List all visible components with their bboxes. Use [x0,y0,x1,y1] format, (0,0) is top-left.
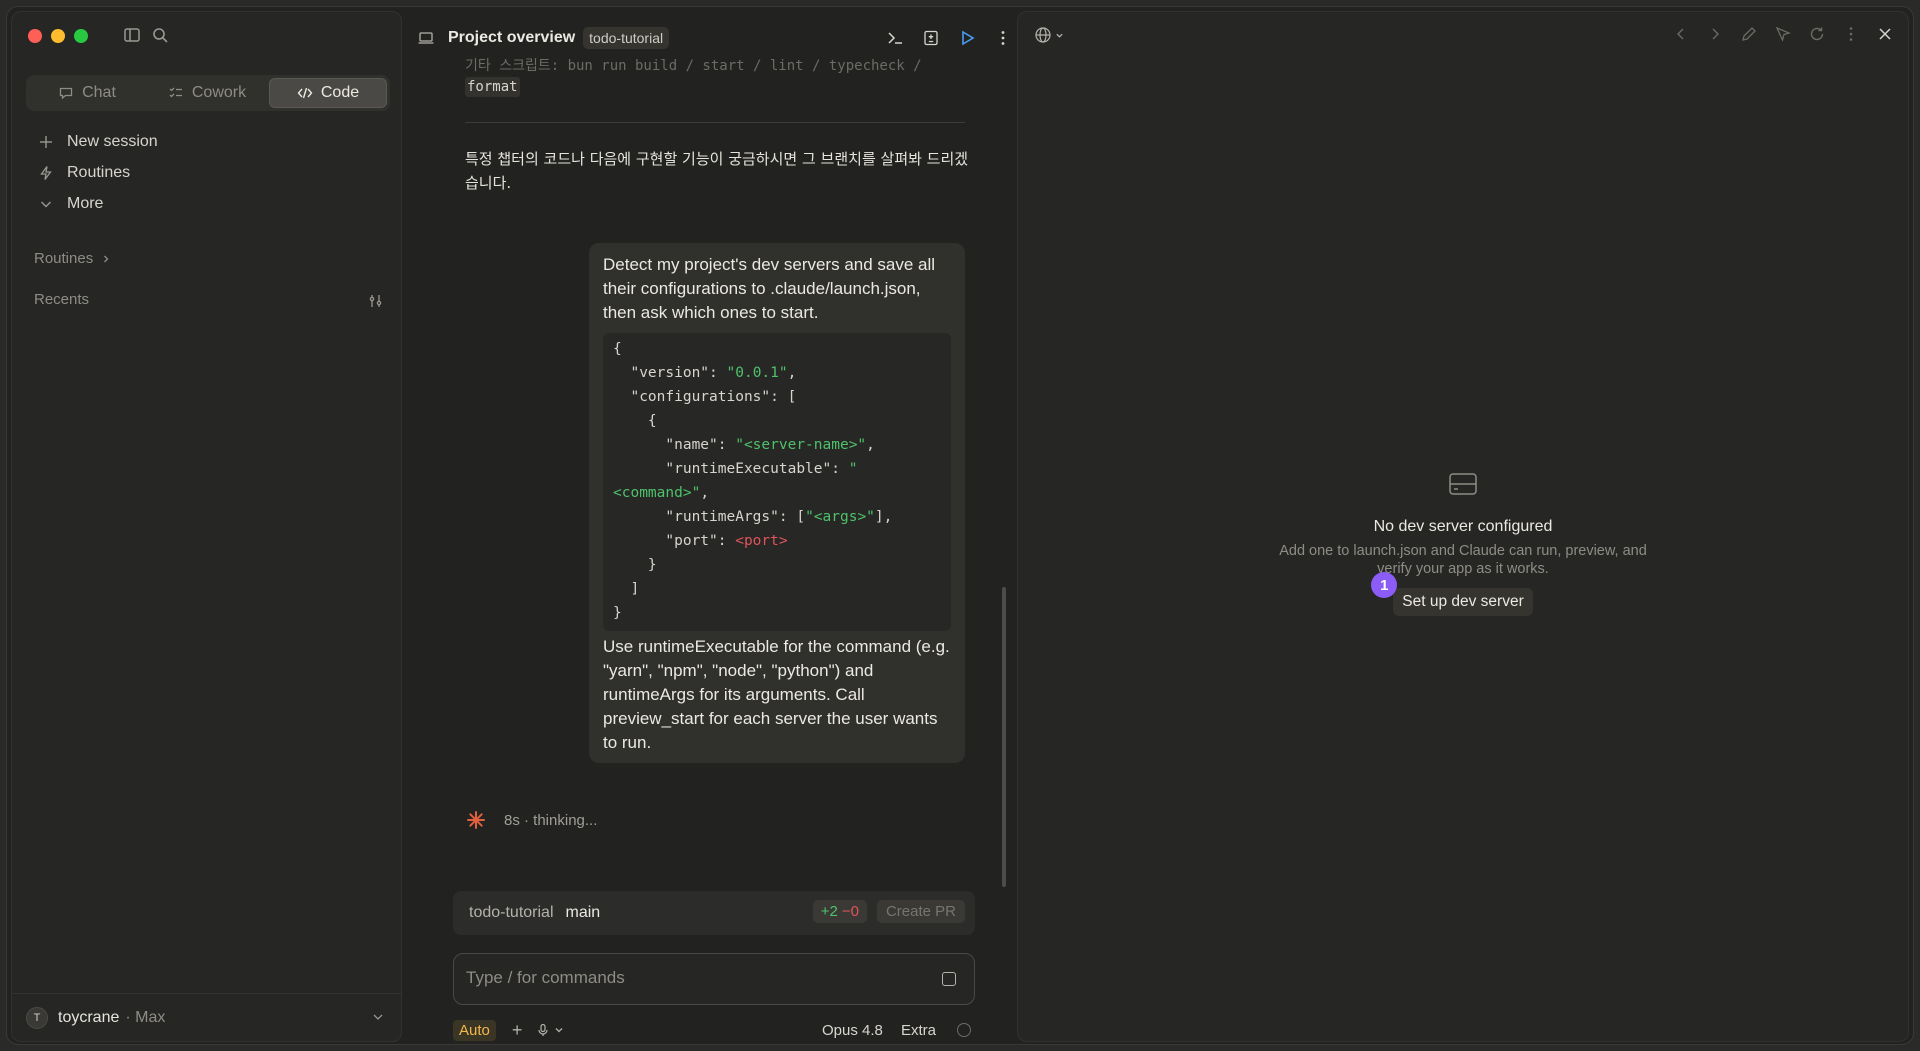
filter-sliders-icon[interactable] [368,293,384,309]
setup-dev-server-button[interactable]: 1 Set up dev server [1371,572,1533,616]
zoom-window-button[interactable] [74,29,88,43]
globe-icon [1035,27,1051,43]
minimize-window-button[interactable] [51,29,65,43]
chevron-down-icon [1056,33,1063,38]
recents-section-header: Recents [34,291,89,308]
stop-button[interactable] [942,972,956,986]
more-vertical-icon[interactable] [1842,25,1860,43]
composer-toolbar: Auto + Opus 4.8 Extra [453,1019,975,1041]
chat-scrollbar[interactable] [1002,587,1006,887]
permission-mode-chip[interactable]: Auto [453,1019,496,1041]
server-icon [1449,473,1477,495]
more-vertical-icon[interactable] [994,29,1012,47]
routines-nav-item[interactable]: Routines [38,164,130,182]
avatar: T [26,1006,48,1029]
inline-code: format [465,77,520,97]
mode-tab-label: Chat [82,84,116,101]
routines-section-label: Routines [34,250,94,267]
mode-tab-cowork[interactable]: Cowork [149,78,265,108]
mode-tab-label: Cowork [191,84,247,101]
new-session-button[interactable]: New session [38,133,158,151]
preview-panel: No dev server configured Add one to laun… [1017,11,1909,1042]
empty-state: No dev server configured Add one to laun… [1018,472,1908,616]
assistant-message-text: 특정 챕터의 코드나 다음에 구현할 기능이 궁금하시면 그 브랜치를 살펴봐 … [465,150,969,192]
setup-button-label: Set up dev server [1402,593,1524,610]
chevron-right-icon [104,255,109,262]
mode-switcher: Chat Cowork Code [26,75,390,111]
thinking-text: 8s · thinking... [504,811,598,829]
bolt-icon [40,166,52,180]
add-attachment-button[interactable]: + [512,1020,523,1041]
terminal-icon[interactable] [886,29,904,47]
sidebar: Chat Cowork Code New session Routines Mo… [11,11,402,1042]
claude-spark-icon [467,811,485,829]
user-name: toycrane [58,1008,120,1026]
plus-icon [40,136,52,148]
account-menu[interactable]: T toycrane · Max [12,993,401,1041]
microphone-icon[interactable] [536,1023,550,1037]
divider [465,122,965,123]
app-window: Chat Cowork Code New session Routines Mo… [6,6,1914,1045]
user-message-outro: Use runtimeExecutable for the command (e… [603,637,950,752]
diff-stats-chip[interactable]: +2 −0 [812,900,867,923]
repo-chip[interactable]: todo-tutorial [583,27,670,49]
pencil-icon[interactable] [1740,25,1758,43]
recents-section-label: Recents [34,291,90,308]
user-message-bubble: Detect my project's dev servers and save… [589,243,965,763]
refresh-icon[interactable] [1808,25,1826,43]
branch-repo-name: todo-tutorial [469,904,554,921]
chevron-down-icon [373,1014,383,1020]
forward-arrow-icon[interactable] [1706,25,1724,43]
additions-count: +2 [820,903,838,920]
deletions-count: −0 [841,903,859,920]
nav-item-label: More [67,195,104,212]
model-selector[interactable]: Opus 4.8 [822,1022,883,1039]
nav-item-label: Routines [67,164,131,181]
laptop-icon [418,32,434,44]
search-icon[interactable] [150,25,170,45]
diff-icon[interactable] [922,29,940,47]
mode-tab-label: Code [320,84,360,101]
session-header: Project overview todo-tutorial [417,17,1012,59]
chevron-down-icon [41,201,51,208]
chevron-down-icon[interactable] [554,1025,564,1035]
back-arrow-icon[interactable] [1672,25,1690,43]
context-usage-ring [957,1023,971,1037]
mode-tab-chat[interactable]: Chat [29,78,145,108]
url-menu[interactable] [1034,26,1064,44]
routines-section-header[interactable]: Routines [34,250,111,267]
step-badge: 1 [1371,572,1398,598]
launch-json-code-block: { "version": "0.0.1", "configurations": … [603,333,951,631]
nav-item-label: New session [67,133,158,150]
session-title: Project overview [448,29,576,46]
assistant-faded-line: 기타 스크립트: bun run build / start / lint / … [465,58,922,74]
preview-toolbar [1672,25,1894,43]
chat-transcript[interactable]: 기타 스크립트: bun run build / start / lint / … [417,55,1017,885]
code-icon [297,87,313,99]
user-plan: · Max [125,1008,166,1026]
more-nav-item[interactable]: More [38,195,103,213]
checklist-icon [169,87,182,98]
thinking-indicator: 8s · thinking... [465,809,597,831]
effort-selector[interactable]: Extra [901,1022,936,1039]
chat-bubble-icon [59,87,73,100]
empty-state-description: Add one to launch.json and Claude can ru… [1279,543,1647,577]
close-icon[interactable] [1876,25,1894,43]
close-window-button[interactable] [28,29,42,43]
user-message-intro: Detect my project's dev servers and save… [603,255,936,322]
prompt-input[interactable] [466,968,906,988]
play-icon[interactable] [958,29,976,47]
branch-name[interactable]: main [566,904,601,922]
composer [453,953,975,1005]
sidebar-toggle-icon[interactable] [122,25,142,45]
cursor-icon[interactable] [1774,25,1792,43]
empty-state-title: No dev server configured [1373,518,1553,535]
branch-status-bar: todo-tutorial main +2 −0 Create PR [453,891,975,935]
mode-tab-code[interactable]: Code [269,78,387,108]
create-pr-button[interactable]: Create PR [876,900,965,923]
